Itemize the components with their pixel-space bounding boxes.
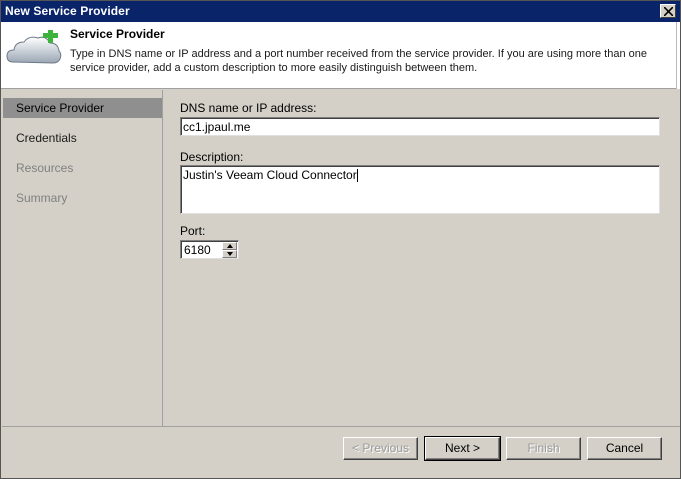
- nav-item-credentials[interactable]: Credentials: [3, 128, 162, 148]
- wizard-header: Service Provider Type in DNS name or IP …: [1, 22, 680, 89]
- wizard-steps-nav: Service Provider Credentials Resources S…: [2, 90, 163, 426]
- port-decrement-button[interactable]: [222, 250, 237, 258]
- previous-button[interactable]: < Previous: [343, 437, 418, 460]
- header-title: Service Provider: [70, 27, 165, 41]
- title-bar[interactable]: New Service Provider: [1, 1, 680, 22]
- nav-item-summary: Summary: [16, 191, 68, 205]
- new-service-provider-dialog: New Service Provider Service Provider Ty…: [0, 0, 681, 479]
- close-button[interactable]: [660, 4, 676, 18]
- text-caret: [356, 169, 358, 182]
- port-label: Port:: [180, 224, 206, 238]
- cancel-button[interactable]: Cancel: [587, 437, 662, 460]
- dns-value: cc1.jpaul.me: [183, 120, 251, 134]
- header-edge: [676, 22, 680, 89]
- finish-button[interactable]: Finish: [506, 437, 581, 460]
- arrow-down-icon: [227, 252, 233, 256]
- port-increment-button[interactable]: [222, 242, 237, 250]
- description-label: Description:: [180, 150, 244, 164]
- dns-input[interactable]: cc1.jpaul.me: [180, 117, 660, 136]
- description-value: Justin's Veeam Cloud Connector: [183, 168, 357, 182]
- cloud-add-icon: [6, 30, 62, 64]
- dns-label: DNS name or IP address:: [180, 101, 317, 115]
- port-value: 6180: [184, 243, 211, 257]
- header-description: Type in DNS name or IP address and a por…: [70, 48, 647, 74]
- port-stepper[interactable]: 6180: [180, 240, 239, 259]
- wizard-footer: < Previous Next > Finish Cancel: [2, 426, 680, 478]
- window-title: New Service Provider: [5, 4, 130, 18]
- port-spin-buttons: [222, 242, 237, 258]
- nav-item-resources: Resources: [16, 161, 74, 175]
- step-content: DNS name or IP address: cc1.jpaul.me Des…: [164, 90, 680, 426]
- description-input[interactable]: Justin's Veeam Cloud Connector: [180, 165, 660, 214]
- arrow-up-icon: [227, 244, 233, 248]
- nav-item-service-provider[interactable]: Service Provider: [3, 98, 162, 118]
- next-button[interactable]: Next >: [424, 436, 501, 461]
- close-icon: [664, 7, 673, 16]
